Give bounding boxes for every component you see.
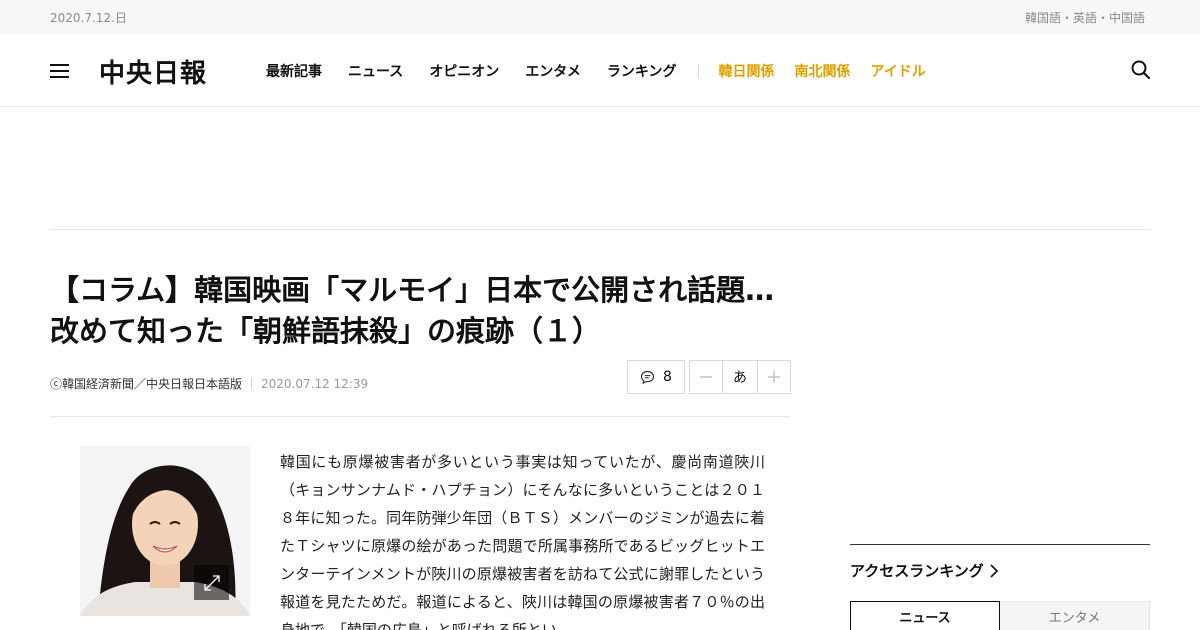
- ranking-tab-news[interactable]: ニュース: [850, 601, 1000, 630]
- comment-count: 8: [663, 369, 672, 385]
- article-body: 韓国にも原爆被害者が多いという事実は知っていたが、慶尚南道陜川（キョンサンナムド…: [280, 453, 765, 630]
- minus-icon: [700, 376, 712, 378]
- nav-latest[interactable]: 最新記事: [266, 61, 322, 81]
- nav-news[interactable]: ニュース: [348, 61, 403, 81]
- site-header: 中央日報 最新記事 ニュース オピニオン エンタメ ランキング 韓日関係 南北関…: [0, 34, 1200, 107]
- chevron-right-icon: [990, 563, 998, 578]
- article-tools: 8 あ: [627, 360, 791, 394]
- article-datetime: 2020.07.12 12:39: [261, 376, 369, 391]
- article-source: ⓒ韓国経済新聞／中央日報日本語版: [50, 377, 243, 391]
- comment-icon: [640, 370, 655, 384]
- current-date: 2020.7.12.日: [50, 11, 127, 25]
- access-ranking-link[interactable]: アクセスランキング: [850, 560, 998, 581]
- comment-button[interactable]: 8: [627, 360, 685, 394]
- main-nav: 最新記事 ニュース オピニオン エンタメ ランキング 韓日関係 南北関係 アイド…: [266, 61, 946, 81]
- nav-north-south[interactable]: 南北関係: [795, 61, 851, 81]
- expand-icon: [203, 574, 220, 591]
- font-size-label: あ: [723, 360, 757, 394]
- font-increase-button[interactable]: [757, 360, 791, 394]
- article-byline: ⓒ韓国経済新聞／中央日報日本語版 2020.07.12 12:39: [50, 375, 368, 392]
- top-utility-bar: 2020.7.12.日 韓国語・英語・中国語: [0, 0, 1200, 34]
- access-ranking-title: アクセスランキング: [850, 562, 984, 580]
- byline-divider: [251, 378, 253, 389]
- nav-korea-japan[interactable]: 韓日関係: [719, 61, 775, 81]
- article-header-divider: [50, 416, 790, 417]
- article-title: 【コラム】韓国映画「マルモイ」日本で公開され話題…改めて知った「朝鮮語抹殺」の痕…: [50, 273, 775, 348]
- site-logo[interactable]: 中央日報: [99, 53, 207, 90]
- plus-icon: [768, 371, 780, 383]
- nav-ranking[interactable]: ランキング: [607, 61, 677, 81]
- expand-photo-button[interactable]: [194, 565, 229, 600]
- hamburger-menu-icon[interactable]: [50, 63, 70, 79]
- ranking-tabs: ニュース エンタメ: [850, 601, 1150, 630]
- nav-idol[interactable]: アイドル: [871, 61, 926, 81]
- ad-area-divider: [50, 229, 1150, 230]
- font-decrease-button[interactable]: [689, 360, 723, 394]
- nav-entertainment[interactable]: エンタメ: [525, 61, 581, 81]
- ranking-top-rule: [850, 544, 1150, 545]
- ranking-tab-entertainment[interactable]: エンタメ: [1000, 601, 1150, 630]
- search-icon[interactable]: [1130, 59, 1152, 81]
- author-photo: [80, 446, 250, 616]
- nav-divider: [697, 64, 699, 78]
- language-links[interactable]: 韓国語・英語・中国語: [1025, 9, 1145, 26]
- nav-opinion[interactable]: オピニオン: [429, 61, 499, 81]
